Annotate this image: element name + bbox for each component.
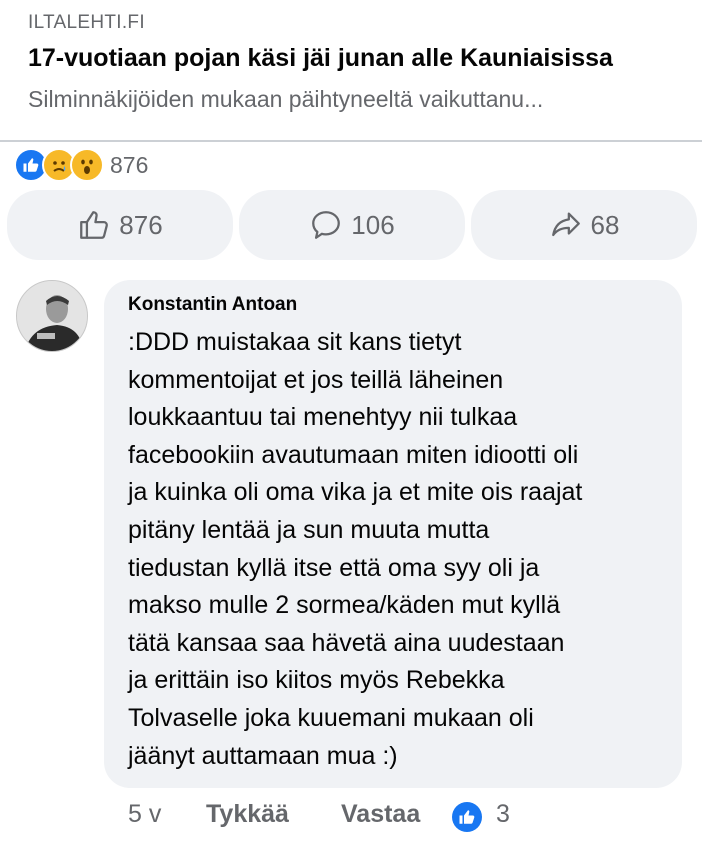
thumbs-up-icon bbox=[80, 211, 109, 239]
link-headline[interactable]: 17-vuotiaan pojan käsi jäi junan alle Ka… bbox=[28, 44, 613, 73]
share-icon bbox=[551, 212, 580, 237]
avatar[interactable] bbox=[16, 280, 88, 352]
share-count: 68 bbox=[590, 209, 620, 240]
link-description: Silminnäkijöiden mukaan päihtyneeltä vai… bbox=[28, 86, 544, 112]
comment-author[interactable]: Konstantin Antoan bbox=[128, 294, 297, 316]
comment-timestamp[interactable]: 5 v bbox=[128, 800, 161, 829]
link-preview-card[interactable]: ILTALEHTI.FI 17-vuotiaan pojan käsi jäi … bbox=[0, 0, 702, 142]
comment-text: :DDD muistakaa sit kans tietyt kommentoi… bbox=[128, 328, 583, 770]
wow-icon bbox=[70, 148, 104, 182]
comment-button[interactable]: 106 bbox=[239, 190, 465, 260]
comment-meta: 5 v Tykkää Vastaa 3 bbox=[0, 800, 702, 836]
comment-count: 106 bbox=[351, 209, 395, 240]
like-button[interactable]: 876 bbox=[7, 190, 233, 260]
comment-icon bbox=[312, 211, 341, 239]
link-source: ILTALEHTI.FI bbox=[28, 12, 145, 33]
share-button[interactable]: 68 bbox=[471, 190, 697, 260]
reactions-summary[interactable]: 876 bbox=[14, 148, 148, 182]
comment-reaction-count: 3 bbox=[496, 800, 510, 828]
comment-bubble: Konstantin Antoan :DDD muistakaa sit kan… bbox=[104, 280, 682, 788]
reaction-count: 876 bbox=[110, 151, 149, 178]
comment-like-button[interactable]: Tykkää bbox=[206, 800, 289, 829]
like-icon[interactable] bbox=[452, 802, 482, 832]
like-count: 876 bbox=[119, 209, 163, 240]
comment-reply-button[interactable]: Vastaa bbox=[341, 800, 420, 829]
